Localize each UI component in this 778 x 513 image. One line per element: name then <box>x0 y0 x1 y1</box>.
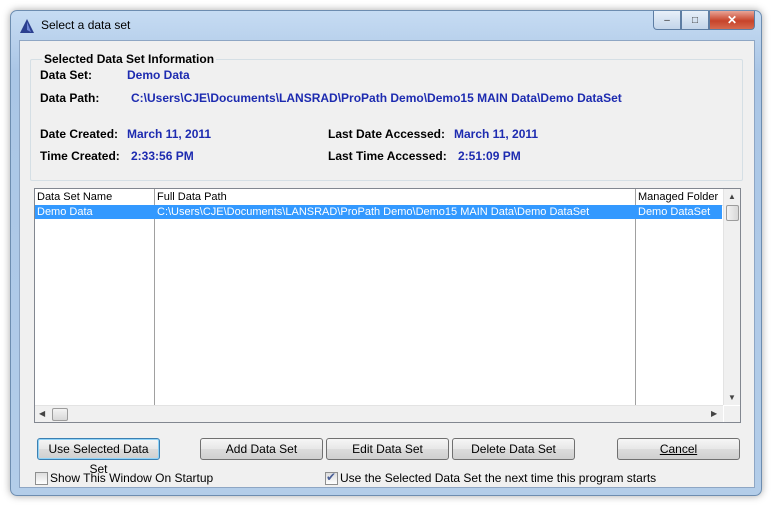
title-bar[interactable]: Select a data set ‒ □ ✕ <box>11 11 761 39</box>
data-path-label: Data Path: <box>40 91 100 105</box>
use-selected-data-set-button[interactable]: Use Selected Data Set <box>37 438 160 476</box>
close-button[interactable]: ✕ <box>709 11 755 30</box>
horizontal-scroll-thumb[interactable] <box>52 408 68 421</box>
scroll-left-icon[interactable]: ◀ <box>39 409 45 418</box>
cancel-button[interactable]: Cancel <box>617 438 740 460</box>
time-created-label: Time Created: <box>40 149 120 163</box>
row-cell-path: C:\Users\CJE\Documents\LANSRAD\ProPath D… <box>157 206 590 218</box>
window-title: Select a data set <box>41 18 131 32</box>
data-set-value: Demo Data <box>127 68 190 82</box>
column-header-name[interactable]: Data Set Name <box>37 190 151 205</box>
vertical-scrollbar[interactable]: ▲ ▼ <box>723 189 740 405</box>
data-set-table[interactable]: Data Set Name Full Data Path Managed Fol… <box>34 188 741 423</box>
data-set-label: Data Set: <box>40 68 93 82</box>
delete-data-set-button[interactable]: Delete Data Set <box>452 438 575 460</box>
edit-data-set-button[interactable]: Edit Data Set <box>326 438 449 460</box>
use-next-time-label[interactable]: Use the Selected Data Set the next time … <box>340 471 656 485</box>
maximize-button[interactable]: □ <box>681 11 709 30</box>
scroll-up-icon[interactable]: ▲ <box>728 192 736 201</box>
scroll-right-icon[interactable]: ▶ <box>711 409 717 418</box>
last-time-accessed-value: 2:51:09 PM <box>458 149 521 163</box>
vertical-scroll-thumb[interactable] <box>726 205 739 221</box>
table-row[interactable]: Demo Data C:\Users\CJE\Documents\LANSRAD… <box>35 205 722 219</box>
column-divider[interactable] <box>635 189 636 405</box>
use-next-time-checkbox[interactable]: ✔ <box>325 470 338 485</box>
group-title: Selected Data Set Information <box>42 52 217 66</box>
column-divider[interactable] <box>154 189 155 405</box>
minimize-icon: ‒ <box>664 14 670 26</box>
column-header-path[interactable]: Full Data Path <box>157 190 633 205</box>
data-path-value: C:\Users\CJE\Documents\LANSRAD\ProPath D… <box>131 91 622 105</box>
scrollbar-corner <box>724 406 740 422</box>
column-header-managed-folder[interactable]: Managed Folder N <box>638 190 722 205</box>
last-time-accessed-label: Last Time Accessed: <box>328 149 447 163</box>
dialog-body: Selected Data Set Information Data Set: … <box>19 40 755 488</box>
row-cell-managed-folder: Demo DataSet <box>638 206 711 218</box>
table-header: Data Set Name Full Data Path Managed Fol… <box>35 189 723 206</box>
app-icon <box>20 19 34 33</box>
maximize-icon: □ <box>691 14 699 26</box>
dialog-window: Select a data set ‒ □ ✕ Selected Data Se… <box>10 10 762 496</box>
date-created-label: Date Created: <box>40 127 119 141</box>
show-on-startup-label[interactable]: Show This Window On Startup <box>50 471 213 485</box>
show-on-startup-checkbox[interactable] <box>35 472 48 485</box>
minimize-button[interactable]: ‒ <box>653 11 681 30</box>
scroll-down-icon[interactable]: ▼ <box>728 393 736 402</box>
last-date-accessed-value: March 11, 2011 <box>454 127 539 141</box>
close-icon: ✕ <box>726 13 738 27</box>
horizontal-scrollbar[interactable]: ◀ ▶ <box>35 405 723 422</box>
date-created-value: March 11, 2011 <box>127 127 212 141</box>
row-cell-name: Demo Data <box>37 206 93 218</box>
caption-buttons: ‒ □ ✕ <box>653 11 755 30</box>
last-date-accessed-label: Last Date Accessed: <box>328 127 445 141</box>
add-data-set-button[interactable]: Add Data Set <box>200 438 323 460</box>
checkmark-icon: ✔ <box>326 470 337 484</box>
time-created-value: 2:33:56 PM <box>131 149 194 163</box>
